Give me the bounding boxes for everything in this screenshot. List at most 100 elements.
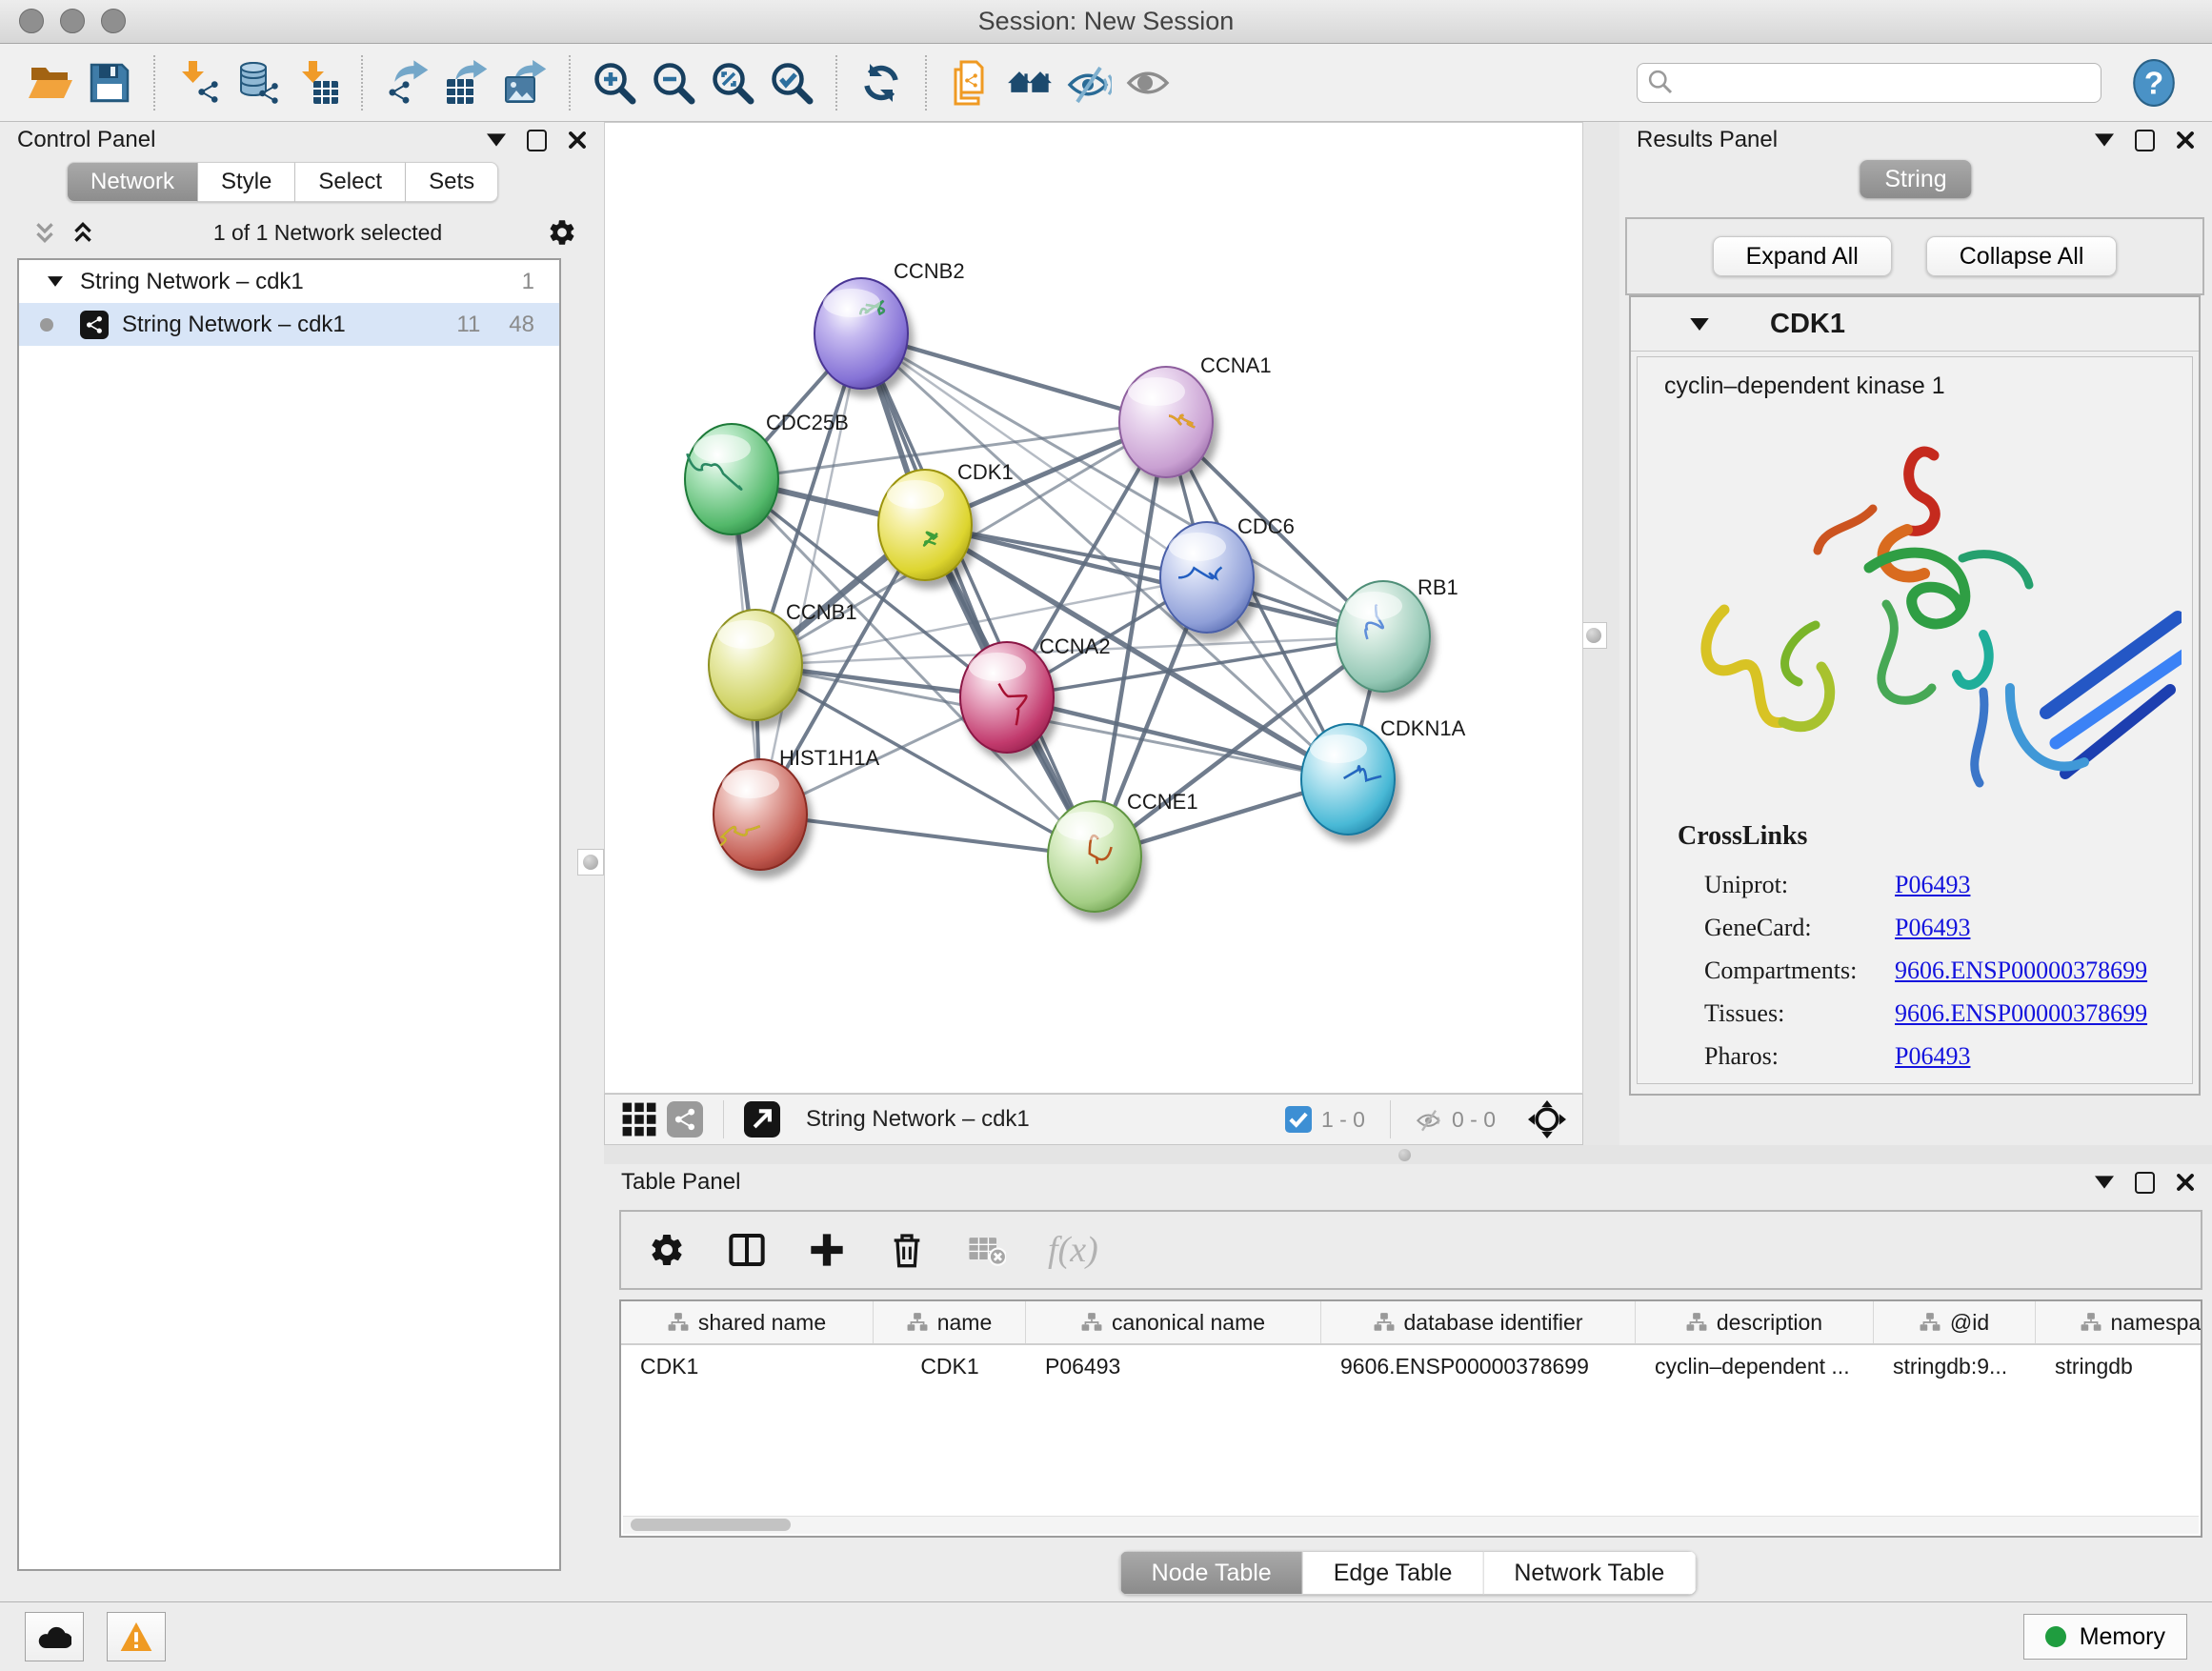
control-panel-menu-button[interactable]: [487, 133, 506, 147]
add-column-button[interactable]: [808, 1231, 846, 1269]
duplicate-network-button[interactable]: [941, 53, 1000, 112]
tab-select[interactable]: Select: [295, 162, 406, 202]
network-canvas[interactable]: CCNB2CCNA1CDC25BCDK1CDC6RB1CCNB1CCNA2CDK…: [604, 122, 1583, 1094]
network-row-selected[interactable]: String Network – cdk1 11 48: [19, 303, 559, 346]
tab-string[interactable]: String: [1860, 160, 1971, 198]
zoom-in-button[interactable]: [585, 53, 644, 112]
network-node-RB1[interactable]: RB1: [1337, 575, 1458, 692]
memory-button[interactable]: Memory: [2023, 1614, 2187, 1660]
import-network-from-database-button[interactable]: [229, 53, 288, 112]
delete-column-button[interactable]: [888, 1231, 926, 1269]
network-node-CDKN1A[interactable]: CDKN1A: [1301, 716, 1466, 835]
collapse-all-button[interactable]: Collapse All: [1926, 236, 2118, 276]
column-header--id[interactable]: @id: [1874, 1301, 2036, 1343]
crosslink-link[interactable]: 9606.ENSP00000378699: [1895, 992, 2147, 1035]
expand-all-button[interactable]: Expand All: [1713, 236, 1892, 276]
column-header-shared-name[interactable]: shared name: [621, 1301, 874, 1343]
tab-style[interactable]: Style: [198, 162, 295, 202]
network-node-CCNB2[interactable]: CCNB2: [814, 259, 965, 389]
node-table: shared namenamecanonical namedatabase id…: [619, 1299, 2202, 1538]
search-box[interactable]: [1637, 63, 2101, 103]
crosslink-link[interactable]: 9606.ENSP00000378699: [1895, 949, 2147, 992]
zoom-fit-button[interactable]: [703, 53, 762, 112]
exp-net-icon: [384, 60, 430, 106]
horizontal-splitter[interactable]: [604, 1145, 2212, 1164]
right-splitter-handle[interactable]: [1580, 622, 1607, 649]
network-node-CDK1[interactable]: CDK1: [878, 460, 1014, 580]
column-header-canonical-name[interactable]: canonical name: [1026, 1301, 1321, 1343]
table-settings-button[interactable]: [648, 1231, 686, 1269]
minimize-window-button[interactable]: [60, 9, 85, 33]
export-table-button[interactable]: [436, 53, 495, 112]
column-header-name[interactable]: name: [874, 1301, 1026, 1343]
results-panel-menu-button[interactable]: [2095, 133, 2114, 147]
collapse-all-networks-button[interactable]: [32, 220, 57, 245]
results-panel-title: Results Panel: [1637, 127, 1778, 153]
column-header-namespace[interactable]: namespace: [2036, 1301, 2202, 1343]
zoom-out-button[interactable]: [644, 53, 703, 112]
tab-network[interactable]: Network: [67, 162, 198, 202]
crosslink-link[interactable]: P06493: [1895, 1035, 1970, 1077]
network-node-CCNE1[interactable]: CCNE1: [1048, 790, 1198, 912]
control-panel: Control Panel NetworkStyleSelectSets 1 o…: [0, 122, 604, 1601]
zoom-window-button[interactable]: [101, 9, 126, 33]
control-panel-close-button[interactable]: [568, 131, 587, 150]
collection-count: 1: [522, 269, 534, 295]
network-node-HIST1H1A[interactable]: HIST1H1A: [714, 746, 879, 870]
tab-edge-table[interactable]: Edge Table: [1303, 1551, 1484, 1595]
table-panel-menu-button[interactable]: [2095, 1176, 2114, 1189]
warnings-button[interactable]: [107, 1612, 166, 1661]
tab-node-table[interactable]: Node Table: [1120, 1551, 1303, 1595]
column-header-database-identifier[interactable]: database identifier: [1321, 1301, 1636, 1343]
crosslink-link[interactable]: P06493: [1895, 863, 1970, 906]
show-hidden-button[interactable]: [1118, 53, 1177, 112]
collection-caret-icon[interactable]: [48, 276, 63, 287]
export-image-button[interactable]: [495, 53, 554, 112]
control-panel-float-button[interactable]: [527, 130, 547, 151]
results-panel-close-button[interactable]: [2176, 131, 2195, 150]
network-node-CCNA1[interactable]: CCNA1: [1119, 353, 1272, 477]
table-row[interactable]: CDK1CDK1P064939606.ENSP00000378699cyclin…: [621, 1345, 2202, 1387]
open-session-button[interactable]: [21, 53, 80, 112]
network-node-CCNA2[interactable]: CCNA2: [960, 634, 1111, 753]
help-button[interactable]: [2130, 58, 2178, 108]
network-overview-share-button[interactable]: [667, 1101, 703, 1137]
tab-sets[interactable]: Sets: [406, 162, 498, 202]
close-window-button[interactable]: [19, 9, 44, 33]
expand-all-networks-button[interactable]: [70, 220, 95, 245]
control-panel-title: Control Panel: [17, 127, 155, 153]
network-tree: String Network – cdk1 1 String Network –…: [17, 258, 561, 1571]
selected-checkbox-icon[interactable]: [1285, 1106, 1312, 1133]
birds-eye-view-button[interactable]: [621, 1101, 657, 1137]
table-horizontal-scrollbar[interactable]: [623, 1516, 2199, 1534]
cloud-button[interactable]: [25, 1612, 84, 1661]
export-network-button[interactable]: [377, 53, 436, 112]
crosslink-row: Tissues:9606.ENSP00000378699: [1678, 992, 2192, 1035]
fit-content-crosshair-button[interactable]: [1528, 1100, 1566, 1138]
zoom-sel-icon: [769, 60, 814, 106]
home-button[interactable]: [1000, 53, 1059, 112]
table-panel-close-button[interactable]: [2176, 1173, 2195, 1192]
detach-view-button[interactable]: [744, 1101, 780, 1137]
zoom-selected-button[interactable]: [762, 53, 821, 112]
refresh-view-button[interactable]: [852, 53, 911, 112]
save-session-button[interactable]: [80, 53, 139, 112]
node-label-CDC6: CDC6: [1237, 514, 1295, 538]
crosslink-link[interactable]: P06493: [1895, 906, 1970, 949]
table-panel-float-button[interactable]: [2135, 1172, 2155, 1194]
import-table-from-file-button[interactable]: [288, 53, 347, 112]
search-input[interactable]: [1683, 69, 2091, 97]
tab-network-table[interactable]: Network Table: [1483, 1551, 1696, 1595]
left-splitter-handle[interactable]: [577, 849, 604, 876]
network-collection-row[interactable]: String Network – cdk1 1: [19, 260, 559, 303]
hidden-counts: 0 - 0: [1452, 1107, 1496, 1133]
imp-table-icon: [294, 60, 340, 106]
gene-section-caret[interactable]: [1690, 318, 1709, 331]
results-panel-float-button[interactable]: [2135, 130, 2155, 151]
import-network-from-file-button[interactable]: [170, 53, 229, 112]
column-header-description[interactable]: description: [1636, 1301, 1874, 1343]
eye-icon: [1125, 60, 1171, 106]
hide-selected-button[interactable]: [1059, 53, 1118, 112]
toggle-column-button[interactable]: [728, 1231, 766, 1269]
network-options-gear-button[interactable]: [547, 217, 577, 248]
